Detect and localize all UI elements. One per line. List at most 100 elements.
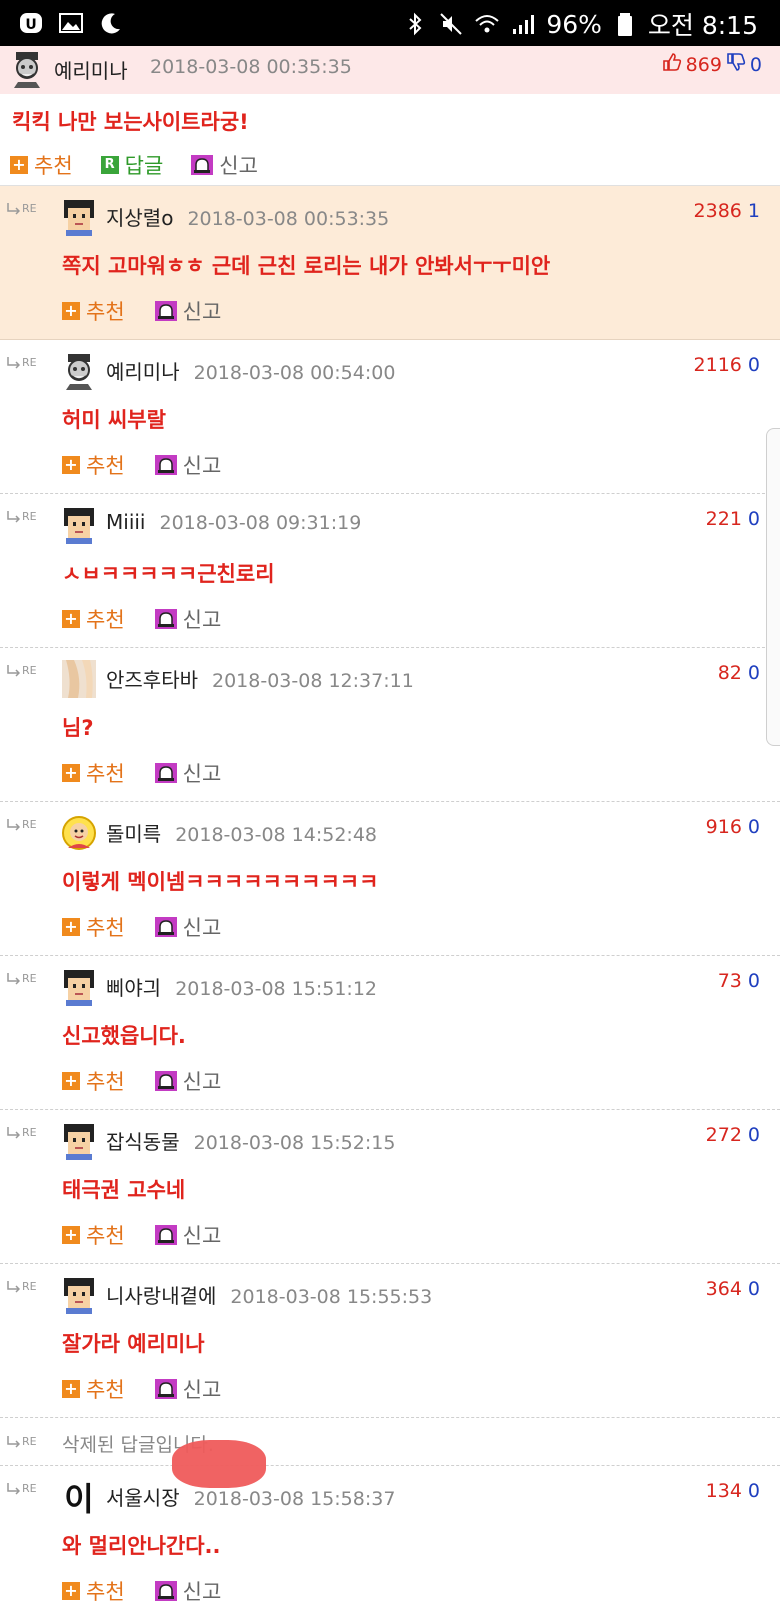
comment-item: RE 안즈후타바 2018-03-08 12:37:11 82 0 님? + 추천 신고 (0, 648, 780, 802)
comment-actions: + 추천 신고 (62, 912, 221, 942)
reply-arrow-icon: RE (6, 510, 37, 523)
thumbs-up-icon[interactable] (662, 52, 682, 77)
report-button[interactable]: 신고 (154, 1576, 221, 1602)
comment-author[interactable]: Miiii (106, 510, 145, 534)
comment-up-count: 134 (705, 1480, 742, 1502)
siren-icon (154, 455, 177, 475)
comment-item: RE 지상렬o 2018-03-08 00:53:35 2386 1 쪽지 고마워ㅎㅎ 근… (0, 186, 780, 340)
comment-up-count: 221 (705, 508, 742, 530)
comment-actions: + 추천 신고 (62, 450, 221, 480)
post-up-count: 869 (685, 53, 722, 76)
comment-author-line: 서울시장 2018-03-08 15:58:37 (106, 1482, 395, 1511)
report-button[interactable]: 신고 (191, 150, 258, 180)
report-button[interactable]: 신고 (154, 296, 221, 326)
comment-author-line: 안즈후타바 2018-03-08 12:37:11 (106, 664, 414, 693)
comment-author[interactable]: 지상렬o (106, 206, 173, 230)
user-avatar-icon[interactable] (62, 198, 96, 236)
siren-icon (154, 1379, 177, 1399)
comment-date: 2018-03-08 00:54:00 (193, 362, 396, 384)
recommend-button[interactable]: + 추천 (62, 1220, 125, 1250)
comment-actions: + 추천 신고 (62, 1576, 221, 1602)
comment-item: RE 삐야긔 2018-03-08 15:51:12 73 0 신고했읍니다. + 추천 신고 (0, 956, 780, 1110)
comment-up-count: 82 (717, 662, 742, 684)
re-label: RE (22, 818, 37, 831)
recommend-button[interactable]: + 추천 (62, 1576, 125, 1602)
comment-up-count: 364 (705, 1278, 742, 1300)
user-avatar-icon[interactable] (62, 968, 96, 1006)
reply-button[interactable]: R 답글 (100, 150, 163, 180)
comment-author[interactable]: 돌미륵 (106, 822, 161, 846)
plus-icon: + (10, 156, 28, 174)
user-avatar-icon[interactable]: 이 (62, 1478, 96, 1518)
svg-text:이: 이 (64, 1480, 93, 1516)
comment-author[interactable]: 니사랑내곁에 (106, 1284, 216, 1308)
siren-icon (154, 1225, 177, 1245)
do-not-disturb-icon (98, 10, 124, 36)
comment-up-count: 2116 (693, 354, 742, 376)
wifi-icon (474, 11, 500, 37)
user-avatar-icon[interactable] (62, 814, 96, 852)
comment-author-line: 삐야긔 2018-03-08 15:51:12 (106, 972, 377, 1001)
report-button[interactable]: 신고 (154, 1066, 221, 1096)
re-label: RE (22, 1280, 37, 1293)
comment-author[interactable]: 안즈후타바 (106, 668, 198, 692)
user-avatar-icon[interactable] (62, 1276, 96, 1314)
comment-date: 2018-03-08 15:52:15 (193, 1132, 396, 1154)
comment-item: RE 예리미나 2018-03-08 00:54:00 2116 0 허미 씨부랄 + 추천 신… (0, 340, 780, 494)
siren-icon (154, 917, 177, 937)
re-label: RE (22, 1482, 37, 1495)
siren-icon (154, 609, 177, 629)
comment-down-count: 0 (747, 1124, 760, 1146)
recommend-button[interactable]: + 추천 (62, 1374, 125, 1404)
post-date: 2018-03-08 00:35:35 (150, 56, 352, 78)
recommend-button[interactable]: + 추천 (62, 296, 125, 326)
reply-arrow-icon: RE (6, 1435, 37, 1448)
recommend-button[interactable]: + 추천 (62, 758, 125, 788)
report-button[interactable]: 신고 (154, 912, 221, 942)
status-bar: U 96% 오전 8:15 (0, 0, 780, 46)
recommend-button[interactable]: + 추천 (62, 450, 125, 480)
recommend-button[interactable]: + 추천 (62, 912, 125, 942)
recommend-button[interactable]: + 추천 (62, 1066, 125, 1096)
comment-score: 221 0 (706, 508, 760, 530)
comment-author[interactable]: 예리미나 (106, 360, 180, 384)
report-button[interactable]: 신고 (154, 1374, 221, 1404)
plus-icon: + (62, 1072, 80, 1090)
reply-arrow-icon: RE (6, 818, 37, 831)
plus-icon: + (62, 1380, 80, 1398)
reply-arrow-icon: RE (6, 356, 37, 369)
comment-date: 2018-03-08 00:53:35 (187, 208, 390, 230)
report-button[interactable]: 신고 (154, 604, 221, 634)
user-avatar-icon[interactable] (62, 1122, 96, 1160)
siren-icon (154, 301, 177, 321)
battery-icon (612, 11, 638, 37)
comment-actions: + 추천 신고 (62, 1066, 221, 1096)
recommend-button[interactable]: + 추천 (10, 150, 73, 180)
comment-author[interactable]: 잡식동물 (106, 1130, 180, 1154)
scrollbar[interactable] (766, 428, 780, 746)
re-label: RE (22, 664, 37, 677)
plus-icon: + (62, 1226, 80, 1244)
plus-icon: + (62, 918, 80, 936)
comment-author[interactable]: 서울시장 (106, 1486, 180, 1510)
recommend-button[interactable]: + 추천 (62, 604, 125, 634)
user-avatar-icon[interactable] (62, 506, 96, 544)
comment-score: 73 0 (718, 970, 760, 992)
comment-author-line: 예리미나 2018-03-08 00:54:00 (106, 356, 395, 385)
post-author[interactable]: 예리미나 (54, 55, 128, 84)
report-button[interactable]: 신고 (154, 758, 221, 788)
comment-author[interactable]: 삐야긔 (106, 976, 161, 1000)
re-label: RE (22, 1435, 37, 1448)
comment-score: 82 0 (718, 662, 760, 684)
grandpa-avatar-icon[interactable] (10, 50, 44, 88)
plus-icon: + (62, 1582, 80, 1600)
user-avatar-icon[interactable] (62, 660, 96, 698)
comment-actions: + 추천 신고 (62, 296, 221, 326)
comment-score: 916 0 (706, 816, 760, 838)
report-button[interactable]: 신고 (154, 450, 221, 480)
comment-date: 2018-03-08 12:37:11 (212, 670, 414, 692)
user-avatar-icon[interactable] (62, 352, 96, 390)
comment-content: 신고했읍니다. (62, 1024, 186, 1048)
report-button[interactable]: 신고 (154, 1220, 221, 1250)
thumbs-down-icon[interactable] (726, 52, 746, 77)
